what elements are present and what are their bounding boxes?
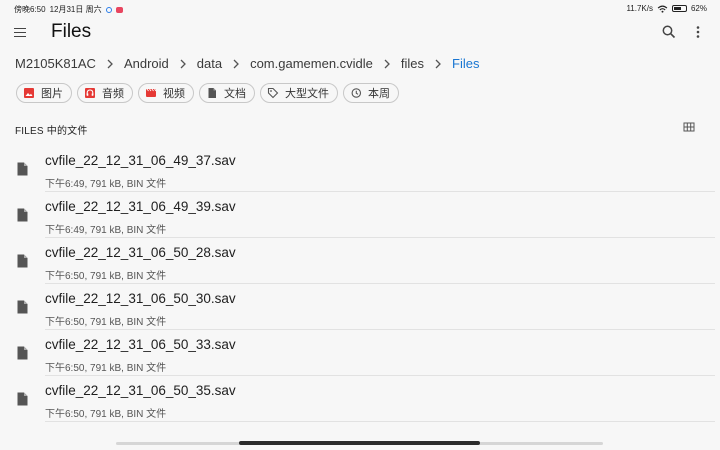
- breadcrumb-item-android[interactable]: Android: [124, 56, 169, 71]
- chip-label: 大型文件: [285, 88, 329, 100]
- file-icon: [17, 208, 28, 222]
- file-list: cvfile_22_12_31_06_49_37.sav 下午6:49, 791…: [0, 146, 720, 422]
- file-meta: 下午6:49, 791 kB, BIN 文件: [45, 225, 167, 236]
- chip-this-week[interactable]: 本周: [343, 83, 399, 103]
- file-name: cvfile_22_12_31_06_50_28.sav: [45, 245, 236, 260]
- chip-label: 音频: [102, 88, 124, 100]
- history-icon: [351, 88, 362, 98]
- chip-audio[interactable]: 音频: [77, 83, 133, 103]
- file-meta: 下午6:50, 791 kB, BIN 文件: [45, 271, 167, 282]
- more-vert-icon[interactable]: [691, 24, 705, 40]
- headphones-icon: [85, 88, 95, 98]
- chip-documents[interactable]: 文档: [199, 83, 255, 103]
- tag-icon: [267, 87, 279, 99]
- list-item[interactable]: cvfile_22_12_31_06_49_37.sav 下午6:49, 791…: [0, 146, 720, 192]
- chip-label: 视频: [163, 88, 185, 100]
- movie-icon: [146, 88, 157, 97]
- list-item[interactable]: cvfile_22_12_31_06_49_39.sav 下午6:49, 791…: [0, 192, 720, 238]
- file-icon: [17, 254, 28, 268]
- breadcrumb-item-package[interactable]: com.gamemen.cvidle: [250, 56, 373, 71]
- divider: [45, 421, 715, 422]
- file-icon: [17, 300, 28, 314]
- file-name: cvfile_22_12_31_06_50_35.sav: [45, 383, 236, 398]
- chip-large-files[interactable]: 大型文件: [260, 83, 338, 103]
- breadcrumb-item-data[interactable]: data: [197, 56, 222, 71]
- chevron-right-icon: [384, 59, 390, 68]
- breadcrumb: M2105K81AC Android data com.gamemen.cvid…: [15, 55, 479, 72]
- breadcrumb-item-files[interactable]: files: [401, 56, 424, 71]
- filter-chips: 图片 音频 视频 文档 大型文件 本周: [16, 83, 399, 103]
- search-icon[interactable]: [661, 24, 677, 40]
- file-meta: 下午6:50, 791 kB, BIN 文件: [45, 317, 167, 328]
- document-icon: [208, 88, 216, 98]
- file-meta: 下午6:50, 791 kB, BIN 文件: [45, 409, 167, 420]
- list-item[interactable]: cvfile_22_12_31_06_50_28.sav 下午6:50, 791…: [0, 238, 720, 284]
- status-bar-left: 傍晚6:50 12月31日 周六: [14, 4, 123, 15]
- file-name: cvfile_22_12_31_06_50_30.sav: [45, 291, 236, 306]
- notification-icon: [105, 6, 112, 13]
- chevron-right-icon: [233, 59, 239, 68]
- app-bar: Files: [0, 16, 720, 50]
- image-icon: [24, 88, 34, 98]
- status-time: 傍晚6:50: [14, 5, 46, 14]
- breadcrumb-item-device[interactable]: M2105K81AC: [15, 56, 96, 71]
- chevron-right-icon: [107, 59, 113, 68]
- chip-label: 本周: [368, 88, 390, 100]
- file-name: cvfile_22_12_31_06_49_37.sav: [45, 153, 236, 168]
- menu-icon[interactable]: [14, 25, 30, 39]
- chip-images[interactable]: 图片: [16, 83, 72, 103]
- gesture-bar[interactable]: [239, 441, 480, 445]
- chip-video[interactable]: 视频: [138, 83, 194, 103]
- grid-view-icon[interactable]: [683, 121, 695, 133]
- battery-percent: 62%: [690, 4, 707, 13]
- file-name: cvfile_22_12_31_06_50_33.sav: [45, 337, 236, 352]
- network-speed: 11.7K/s: [626, 4, 653, 13]
- file-icon: [17, 392, 28, 406]
- list-item[interactable]: cvfile_22_12_31_06_50_35.sav 下午6:50, 791…: [0, 376, 720, 422]
- status-bar-right: 11.7K/s 62%: [626, 4, 707, 13]
- list-item[interactable]: cvfile_22_12_31_06_50_30.sav 下午6:50, 791…: [0, 284, 720, 330]
- breadcrumb-item-current[interactable]: Files: [452, 56, 479, 71]
- status-bar: 傍晚6:50 12月31日 周六 11.7K/s 62%: [0, 0, 720, 16]
- list-item[interactable]: cvfile_22_12_31_06_50_33.sav 下午6:50, 791…: [0, 330, 720, 376]
- battery-icon: [671, 5, 687, 12]
- file-icon: [17, 162, 28, 176]
- file-icon: [17, 346, 28, 360]
- wifi-icon: [657, 5, 668, 13]
- chip-label: 文档: [224, 88, 246, 100]
- chip-label: 图片: [41, 88, 63, 100]
- chevron-right-icon: [435, 59, 441, 68]
- file-meta: 下午6:49, 791 kB, BIN 文件: [45, 179, 167, 190]
- file-name: cvfile_22_12_31_06_49_39.sav: [45, 199, 236, 214]
- section-title: FILES 中的文件: [15, 126, 88, 137]
- page-title: Files: [51, 21, 92, 42]
- app-notification-icon: [115, 6, 123, 13]
- chevron-right-icon: [180, 59, 186, 68]
- status-date: 12月31日 周六: [49, 5, 102, 14]
- file-meta: 下午6:50, 791 kB, BIN 文件: [45, 363, 167, 374]
